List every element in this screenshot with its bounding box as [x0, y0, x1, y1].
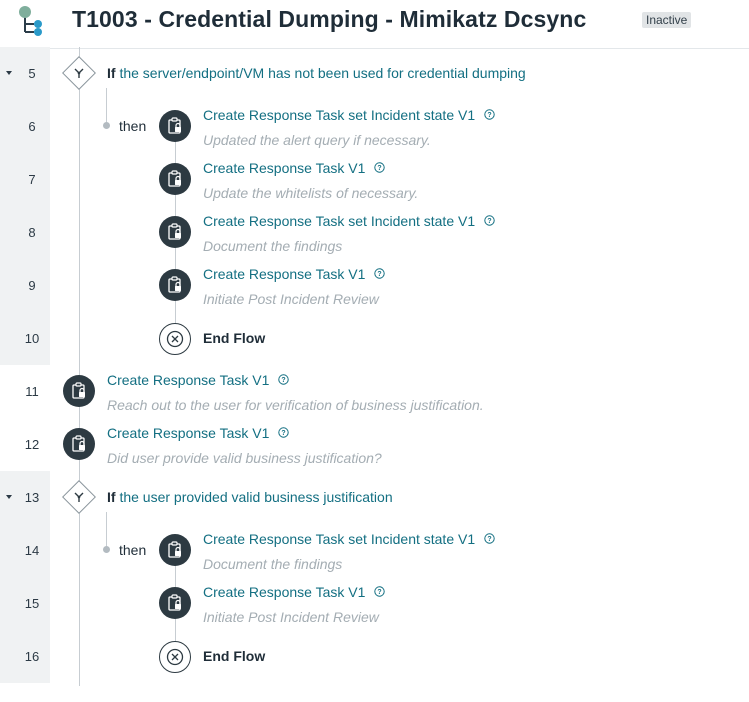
question-circle-icon[interactable]: ?: [484, 531, 495, 547]
clipboard-lock-icon[interactable]: [159, 110, 191, 142]
task-link[interactable]: Create Response Task V1?: [107, 425, 290, 441]
line-number: 16: [24, 649, 40, 664]
task-name: Create Response Task V1: [203, 266, 366, 282]
line-number: 14: [24, 543, 40, 558]
task-description: Document the findings: [203, 238, 343, 254]
condition-link[interactable]: the server/endpoint/VM has not been used…: [119, 65, 525, 81]
task-link[interactable]: Create Response Task set Incident state …: [203, 213, 495, 229]
svg-text:?: ?: [487, 536, 491, 543]
clipboard-lock-icon[interactable]: [63, 375, 95, 407]
task-link[interactable]: Create Response Task V1?: [203, 584, 386, 600]
flow-row: 16: [0, 630, 749, 683]
line-number: 8: [28, 225, 36, 240]
task-name: Create Response Task V1: [107, 425, 270, 441]
caret-down-icon[interactable]: [6, 495, 12, 499]
line-number: 11: [25, 384, 39, 399]
question-circle-icon[interactable]: ?: [278, 425, 290, 441]
clipboard-lock-icon[interactable]: [159, 216, 191, 248]
task-name: Create Response Task set Incident state …: [203, 107, 476, 123]
end-flow-label: End Flow: [203, 330, 266, 346]
line-number: 15: [24, 596, 40, 611]
question-circle-icon[interactable]: ?: [484, 107, 495, 123]
then-dot: [103, 546, 110, 553]
line-number: 5: [28, 66, 36, 81]
task-description: Initiate Post Incident Review: [203, 291, 379, 307]
task-name: Create Response Task set Incident state …: [203, 213, 476, 229]
task-description: Document the findings: [203, 556, 343, 572]
flow-row: 10: [0, 312, 749, 365]
task-description: Initiate Post Incident Review: [203, 609, 379, 625]
if-condition: If the user provided valid business just…: [107, 489, 393, 505]
page-title: T1003 - Credential Dumping - Mimikatz Dc…: [72, 6, 587, 32]
flow-connector: [106, 88, 107, 126]
if-keyword: If: [107, 489, 116, 505]
line-number: 10: [24, 331, 40, 346]
clipboard-lock-icon[interactable]: [63, 428, 95, 460]
clipboard-lock-icon[interactable]: [159, 534, 191, 566]
svg-text:?: ?: [282, 430, 286, 437]
task-description: Did user provide valid business justific…: [107, 450, 382, 466]
svg-text:?: ?: [487, 112, 491, 119]
clipboard-lock-icon[interactable]: [159, 587, 191, 619]
then-label: then: [119, 542, 147, 558]
workflow-tree-icon: [14, 4, 48, 43]
line-number: 13: [24, 490, 40, 505]
close-circle-icon: [159, 323, 191, 355]
question-circle-icon[interactable]: ?: [374, 584, 386, 600]
caret-down-icon[interactable]: [6, 71, 12, 75]
task-link[interactable]: Create Response Task set Incident state …: [203, 107, 495, 123]
status-badge: Inactive: [642, 12, 692, 28]
line-number: 7: [28, 172, 36, 187]
clipboard-lock-icon[interactable]: [159, 269, 191, 301]
line-number: 6: [28, 119, 36, 134]
task-link[interactable]: Create Response Task V1?: [203, 266, 386, 282]
question-circle-icon[interactable]: ?: [278, 372, 290, 388]
task-link[interactable]: Create Response Task V1?: [203, 160, 386, 176]
task-description: Update the whitelists of necessary.: [203, 185, 419, 201]
line-number: 12: [24, 437, 40, 452]
question-circle-icon[interactable]: ?: [374, 266, 386, 282]
then-label: then: [119, 118, 147, 134]
if-keyword: If: [107, 65, 116, 81]
flow-connector: [79, 47, 80, 686]
svg-text:?: ?: [378, 589, 382, 596]
task-link[interactable]: Create Response Task set Incident state …: [203, 531, 495, 547]
task-description: Reach out to the user for verification o…: [107, 397, 484, 413]
line-number: 9: [28, 278, 36, 293]
question-circle-icon[interactable]: ?: [374, 160, 386, 176]
if-condition: If the server/endpoint/VM has not been u…: [107, 65, 526, 81]
svg-text:?: ?: [378, 271, 382, 278]
question-circle-icon[interactable]: ?: [484, 213, 495, 229]
then-dot: [103, 122, 110, 129]
page-header: T1003 - Credential Dumping - Mimikatz Dc…: [0, 0, 749, 49]
svg-text:?: ?: [282, 377, 286, 384]
svg-text:?: ?: [487, 218, 491, 225]
condition-link[interactable]: the user provided valid business justifi…: [119, 489, 392, 505]
task-name: Create Response Task V1: [107, 372, 270, 388]
end-flow-label: End Flow: [203, 648, 266, 664]
close-circle-icon: [159, 641, 191, 673]
task-name: Create Response Task V1: [203, 160, 366, 176]
task-name: Create Response Task set Incident state …: [203, 531, 476, 547]
clipboard-lock-icon[interactable]: [159, 163, 191, 195]
task-name: Create Response Task V1: [203, 584, 366, 600]
svg-text:?: ?: [378, 165, 382, 172]
task-description: Updated the alert query if necessary.: [203, 132, 431, 148]
flow-connector: [106, 512, 107, 550]
task-link[interactable]: Create Response Task V1?: [107, 372, 290, 388]
